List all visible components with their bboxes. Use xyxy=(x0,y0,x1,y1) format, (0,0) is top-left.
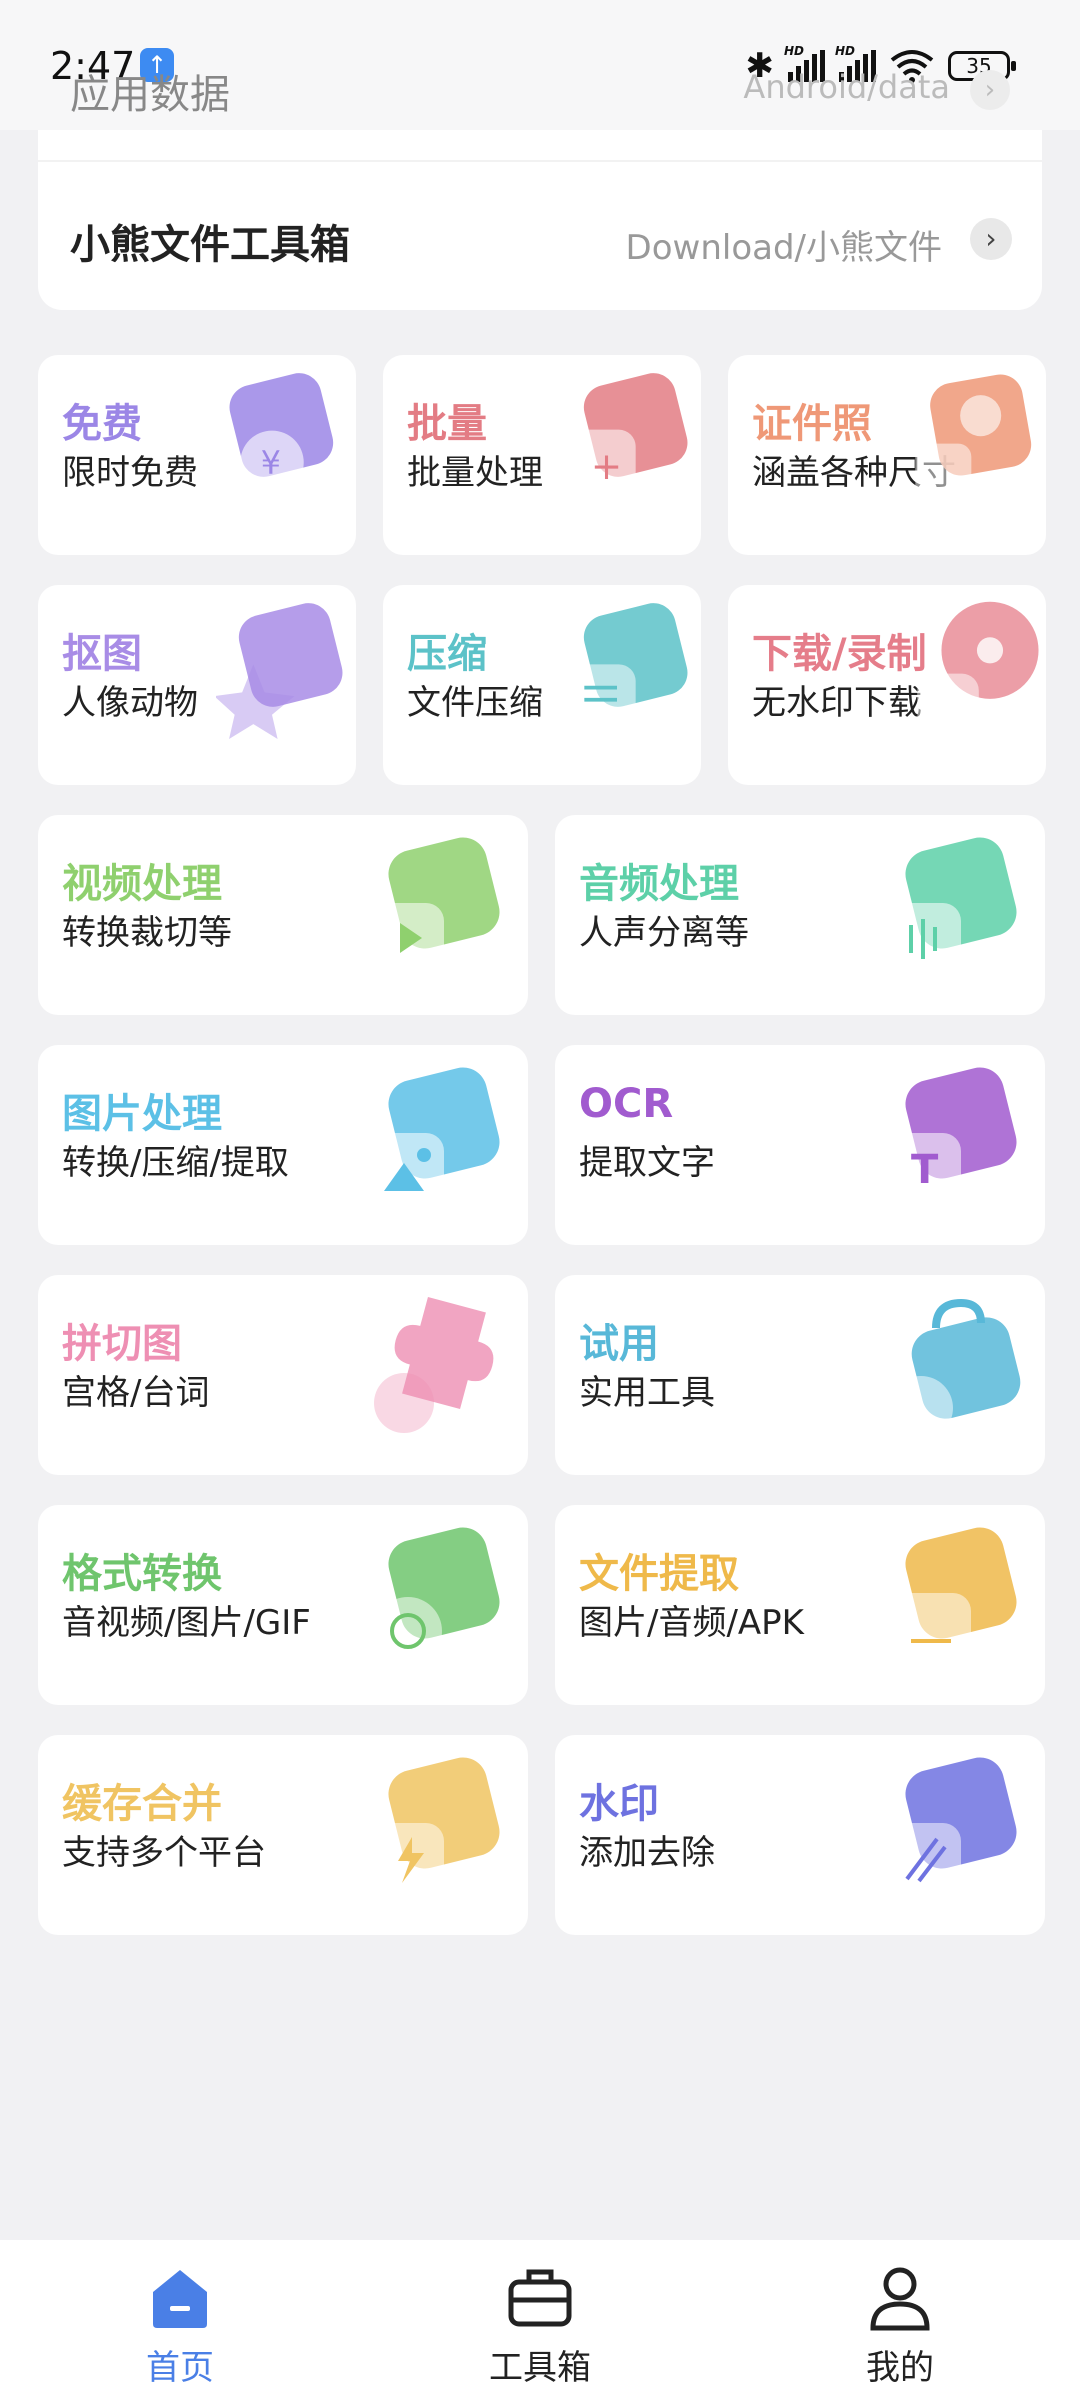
cutout-icon xyxy=(216,603,343,739)
tool-card-audio[interactable]: 音频处理 人声分离等 xyxy=(555,815,1045,1015)
tool-card-download[interactable]: 下载/录制无水印下载 xyxy=(728,585,1046,785)
tool-title: 视频处理 xyxy=(62,861,222,907)
svg-text:+: + xyxy=(591,444,622,488)
tool-card-convert[interactable]: 格式转换音视频/图片/GIF xyxy=(38,1505,528,1705)
tool-subtitle: 提取文字 xyxy=(579,1143,715,1183)
nav-label: 我的 xyxy=(866,2348,934,2388)
tool-title: 证件照 xyxy=(752,401,872,447)
svg-text:¥: ¥ xyxy=(261,446,281,482)
cache-merge-icon xyxy=(374,1757,500,1893)
tool-card-compress[interactable]: 压缩 文件压缩 xyxy=(383,585,701,785)
tool-title: 压缩 xyxy=(407,631,487,677)
video-icon xyxy=(374,837,500,973)
tool-card-ocr[interactable]: OCR 提取文字 T xyxy=(555,1045,1045,1245)
bottom-nav: 首页 工具箱 我的 xyxy=(0,2240,1080,2400)
toolbox-icon xyxy=(508,2269,572,2327)
tool-grid: 免费 限时免费 ¥ 批量 批量处理 + 证件照 涵盖各种尺寸 抠图 人像动物 压缩 文件压缩 下载/录制… xyxy=(0,0,1080,1950)
tool-title: 下载/录制 xyxy=(752,631,927,677)
tool-subtitle: 实用工具 xyxy=(579,1373,715,1413)
tool-subtitle: 批量处理 xyxy=(407,453,543,493)
tool-card-image[interactable]: 图片处理转换/压缩/提取 xyxy=(38,1045,528,1245)
tool-card-puzzle[interactable]: 拼切图宫格/台词 xyxy=(38,1275,528,1475)
tool-subtitle: 人像动物 xyxy=(62,683,198,723)
tool-subtitle: 音视频/图片/GIF xyxy=(62,1603,311,1643)
tool-subtitle: 添加去除 xyxy=(579,1833,715,1873)
tool-subtitle: 图片/音频/APK xyxy=(579,1603,804,1643)
convert-icon xyxy=(374,1527,500,1665)
watermark-icon xyxy=(891,1757,1017,1893)
tool-card-watermark[interactable]: 水印 添加去除 xyxy=(555,1735,1045,1935)
id-photo-icon xyxy=(915,374,1032,500)
svg-text:T: T xyxy=(911,1147,939,1193)
tool-card-cache-merge[interactable]: 缓存合并支持多个平台 xyxy=(38,1735,528,1935)
tool-title: 批量 xyxy=(407,401,487,447)
compress-icon xyxy=(570,603,688,730)
home-icon xyxy=(153,2270,207,2328)
tool-title: 文件提取 xyxy=(579,1551,739,1597)
tool-card-trial[interactable]: 试用 实用工具 xyxy=(555,1275,1045,1475)
nav-profile[interactable]: 我的 xyxy=(780,2240,1020,2400)
tool-card-batch[interactable]: 批量批量处理 + xyxy=(383,355,701,555)
free-icon: ¥ xyxy=(229,373,334,495)
batch-icon: + xyxy=(570,373,688,495)
tool-subtitle: 转换裁切等 xyxy=(62,913,232,953)
tool-subtitle: 无水印下载 xyxy=(752,683,922,723)
image-icon xyxy=(374,1067,500,1203)
tool-card-id-photo[interactable]: 证件照 涵盖各种尺寸 xyxy=(728,355,1046,555)
audio-icon xyxy=(891,837,1017,973)
tool-title: 抠图 xyxy=(62,631,142,677)
tool-subtitle: 限时免费 xyxy=(62,453,198,493)
nav-label: 首页 xyxy=(146,2348,214,2388)
tool-card-free[interactable]: 免费限时免费 ¥ xyxy=(38,355,356,555)
puzzle-icon xyxy=(374,1296,494,1433)
tool-title: 水印 xyxy=(579,1781,659,1827)
tool-title: 音频处理 xyxy=(579,861,739,907)
tool-title: 拼切图 xyxy=(62,1321,182,1367)
tool-subtitle: 文件压缩 xyxy=(407,683,543,723)
tool-subtitle: 人声分离等 xyxy=(579,913,749,953)
download-icon xyxy=(917,601,1039,730)
extract-icon xyxy=(891,1527,1017,1663)
tool-title: OCR xyxy=(579,1081,674,1127)
nav-home[interactable]: 首页 xyxy=(60,2240,300,2400)
tool-card-extract[interactable]: 文件提取图片/音频/APK xyxy=(555,1505,1045,1705)
tool-title: 缓存合并 xyxy=(62,1781,222,1827)
tool-title: 图片处理 xyxy=(62,1091,222,1137)
tool-title: 试用 xyxy=(579,1321,659,1367)
trial-icon xyxy=(889,1298,1021,1440)
tool-title: 格式转换 xyxy=(62,1551,222,1597)
nav-toolbox[interactable]: 工具箱 xyxy=(420,2240,660,2400)
tool-subtitle: 支持多个平台 xyxy=(62,1833,266,1873)
tool-card-video[interactable]: 视频处理 转换裁切等 xyxy=(38,815,528,1015)
tool-subtitle: 宫格/台词 xyxy=(62,1373,210,1413)
profile-icon xyxy=(870,2267,930,2331)
ocr-icon: T xyxy=(891,1067,1017,1203)
tool-title: 免费 xyxy=(62,401,142,447)
tool-subtitle: 转换/压缩/提取 xyxy=(62,1143,289,1183)
tool-card-cutout[interactable]: 抠图 人像动物 xyxy=(38,585,356,785)
nav-label: 工具箱 xyxy=(489,2348,591,2388)
